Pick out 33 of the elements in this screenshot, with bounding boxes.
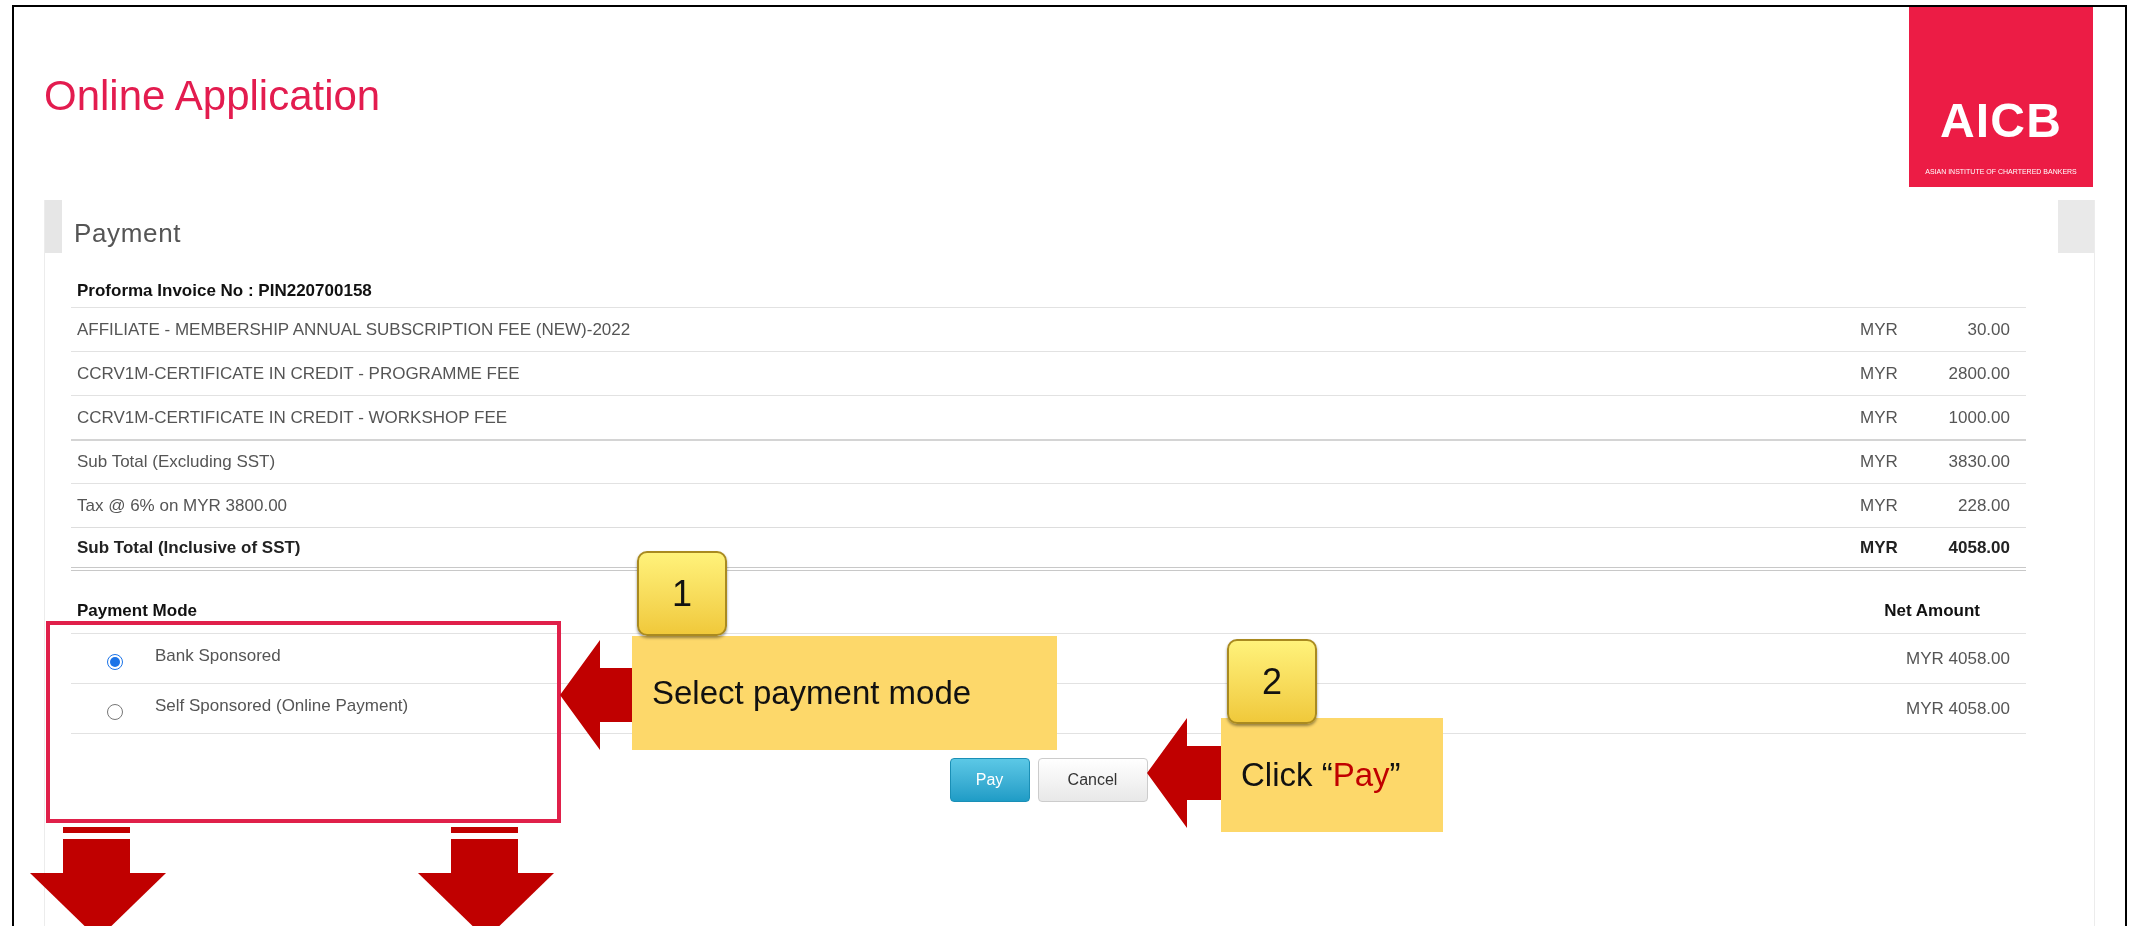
fee-description: Sub Total (Excluding SST) — [77, 451, 277, 474]
net-amount: MYR 4058.00 — [1906, 647, 2010, 670]
currency-label: MYR — [1860, 494, 1899, 517]
step-badge: 2 — [1227, 639, 1317, 724]
column-header: Net Amount — [1884, 599, 1980, 622]
fee-amount: 30.00 — [1966, 318, 2010, 341]
fee-amount: 3830.00 — [1947, 451, 2010, 474]
fee-amount: 4058.00 — [1947, 536, 2010, 559]
cancel-button[interactable]: Cancel — [1037, 758, 1148, 802]
fee-description: Sub Total (Inclusive of SST) — [77, 536, 302, 559]
net-amount: MYR 4058.00 — [1906, 697, 2010, 720]
fee-description: CCRV1M-CERTIFICATE IN CREDIT - WORKSHOP FEE — [77, 406, 509, 429]
currency-label: MYR — [1860, 536, 1899, 559]
callout-text: Click “Pay” — [1241, 755, 1401, 796]
logo-mark: AICB — [1939, 96, 2063, 145]
currency-label: MYR — [1860, 362, 1899, 385]
fee-description: AFFILIATE - MEMBERSHIP ANNUAL SUBSCRIPTION FEE (NEW)-2022 — [77, 318, 632, 341]
fee-description: CCRV1M-CERTIFICATE IN CREDIT - PROGRAMME FEE — [77, 362, 521, 385]
column-header: Payment Mode — [77, 599, 197, 622]
payment-mode-label: Self Sponsored (Online Payment) — [155, 694, 409, 717]
fee-amount: 1000.00 — [1947, 406, 2010, 429]
fee-amount: 2800.00 — [1947, 362, 2010, 385]
fee-amount: 228.00 — [1957, 494, 2010, 517]
currency-label: MYR — [1860, 451, 1899, 474]
step-badge: 1 — [637, 551, 727, 636]
section-heading: Payment — [74, 217, 182, 250]
currency-label: MYR — [1860, 318, 1899, 341]
invoice-number: Proforma Invoice No : PIN220700158 — [77, 279, 372, 302]
fee-description: Tax @ 6% on MYR 3800.00 — [77, 494, 289, 517]
currency-label: MYR — [1860, 406, 1899, 429]
payment-mode-label: Bank Sponsored — [155, 644, 281, 667]
page-title: Online Application — [44, 75, 381, 117]
callout-text: Select payment mode — [652, 673, 972, 714]
